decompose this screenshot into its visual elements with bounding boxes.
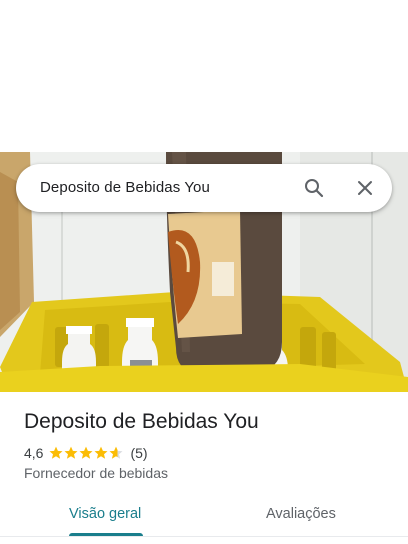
review-count[interactable]: (5) bbox=[130, 445, 147, 461]
star-icon bbox=[109, 446, 123, 459]
map-blank-area bbox=[0, 0, 408, 152]
tab-overview[interactable]: Visão geral bbox=[69, 496, 141, 536]
search-bar[interactable]: Deposito de Bebidas You bbox=[16, 164, 392, 212]
tab-reviews[interactable]: Avaliações bbox=[266, 496, 336, 536]
tab-overview-label: Visão geral bbox=[69, 506, 142, 522]
star-icon bbox=[79, 446, 93, 459]
search-icon[interactable] bbox=[302, 176, 326, 200]
tab-bar: Visão geral Avaliações bbox=[0, 496, 408, 537]
rating-value: 4,6 bbox=[24, 445, 44, 461]
place-category: Fornecedor de bebidas bbox=[24, 465, 168, 481]
star-icon bbox=[94, 446, 108, 459]
search-input[interactable]: Deposito de Bebidas You bbox=[40, 179, 210, 196]
tabs-divider bbox=[0, 536, 408, 537]
rating-row[interactable]: 4,6 (5) bbox=[24, 445, 148, 461]
rating-stars bbox=[49, 446, 124, 460]
place-title: Deposito de Bebidas You bbox=[24, 410, 259, 433]
star-icon bbox=[49, 446, 63, 459]
star-icon bbox=[64, 446, 78, 459]
tab-reviews-label: Avaliações bbox=[266, 506, 336, 522]
close-icon[interactable] bbox=[353, 176, 377, 200]
